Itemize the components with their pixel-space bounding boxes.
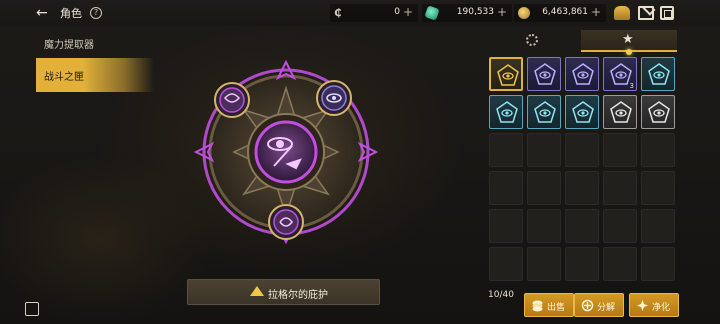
- inventory-slot-empty[interactable]: [641, 209, 675, 243]
- currency-gem-value: 190,533: [456, 7, 494, 17]
- violet-eye-rune-icon: [534, 63, 556, 85]
- inventory-slot-empty[interactable]: [565, 247, 599, 281]
- inventory-slot-filled[interactable]: [527, 57, 561, 91]
- inventory-slot-empty[interactable]: [527, 209, 561, 243]
- purify-button-label: 净化: [652, 303, 671, 313]
- crystal-c-icon: ₵: [334, 6, 342, 19]
- slot-top-right: [316, 80, 352, 116]
- inventory-slot-filled[interactable]: [641, 57, 675, 91]
- inventory-slot-empty[interactable]: [565, 171, 599, 205]
- inventory-slot-empty[interactable]: [489, 247, 523, 281]
- tab-gear[interactable]: [486, 30, 576, 52]
- inventory-slot-empty[interactable]: [603, 209, 637, 243]
- coin-stack-icon: [532, 300, 543, 312]
- inventory-slot-empty[interactable]: [565, 133, 599, 167]
- slot-top-left: [214, 82, 250, 118]
- inventory-slot-empty[interactable]: [641, 247, 675, 281]
- item-quantity: 3: [629, 82, 634, 90]
- window-icon[interactable]: [660, 6, 674, 20]
- sidebar-item-battle-box[interactable]: 战斗之匣: [36, 58, 154, 92]
- purify-icon: [637, 300, 648, 311]
- inventory-slot-filled[interactable]: [641, 95, 675, 129]
- rune-emblem: [193, 59, 379, 245]
- inventory-slot-filled[interactable]: [565, 95, 599, 129]
- add-crystal-button[interactable]: +: [403, 5, 413, 19]
- currency-gold: 6,463,861 +: [514, 4, 606, 22]
- currency-crystal-value: 0: [394, 7, 400, 17]
- teal-eye-rune-icon: [572, 101, 594, 123]
- teal-spiral-rune-icon: [648, 63, 670, 85]
- inventory-slot-filled[interactable]: [527, 95, 561, 129]
- disassemble-button[interactable]: 分解: [574, 293, 624, 317]
- inventory-slot-empty[interactable]: [489, 171, 523, 205]
- inventory-slot-empty[interactable]: [641, 133, 675, 167]
- sidebar-item-mana-extractor[interactable]: 魔力提取器: [36, 26, 154, 60]
- gold-coin-icon: [518, 7, 530, 19]
- toggle-checkbox[interactable]: [25, 302, 39, 316]
- sell-button-label: 出售: [547, 303, 566, 313]
- inventory-slot-empty[interactable]: [489, 133, 523, 167]
- inventory-slot-empty[interactable]: [527, 133, 561, 167]
- inventory-slot-filled[interactable]: [565, 57, 599, 91]
- teal-figure-rune-icon: [534, 101, 556, 123]
- inventory-slot-empty[interactable]: [603, 133, 637, 167]
- inventory-count: 10/40: [488, 290, 514, 300]
- inventory-slot-filled[interactable]: [489, 57, 523, 91]
- upgrade-arrow-icon: [250, 286, 264, 296]
- gold-scroll-rune-icon: [497, 64, 519, 86]
- inventory-slot-filled[interactable]: [489, 95, 523, 129]
- sidebar-item-label: 战斗之匣: [44, 72, 84, 83]
- green-gem-icon: [424, 5, 440, 21]
- gear-icon: [526, 34, 538, 46]
- treasure-chest-icon[interactable]: [614, 6, 630, 20]
- inventory-slot-empty[interactable]: [603, 247, 637, 281]
- disassemble-icon: [581, 299, 594, 312]
- blessing-button-label: 拉格尔的庇护: [268, 290, 328, 301]
- inventory-slot-filled[interactable]: 3: [603, 57, 637, 91]
- mail-icon[interactable]: [638, 6, 654, 20]
- notification-dot: [626, 49, 632, 55]
- grey-spiral-rune-icon: [648, 101, 670, 123]
- purify-button[interactable]: 净化: [629, 293, 679, 317]
- inventory-slot-empty[interactable]: [489, 209, 523, 243]
- inventory-slot-empty[interactable]: [603, 171, 637, 205]
- currency-crystal: ₵ 0 +: [330, 4, 418, 22]
- sell-button[interactable]: 出售: [524, 293, 574, 317]
- disassemble-button-label: 分解: [597, 303, 616, 313]
- top-bar: ← 角色 ? ₵ 0 + 190,533 + 6,463,861 +: [0, 0, 720, 26]
- help-button[interactable]: ?: [90, 7, 102, 19]
- teal-eye-rune-icon: [496, 101, 518, 123]
- star-icon: ★: [622, 32, 634, 47]
- slot-bottom: [268, 204, 304, 240]
- sidebar-item-label: 魔力提取器: [44, 40, 94, 51]
- back-arrow-icon[interactable]: ←: [36, 5, 54, 21]
- page-title: 角色: [60, 7, 82, 20]
- inventory-slot-filled[interactable]: [603, 95, 637, 129]
- blessing-button[interactable]: 拉格尔的庇护: [187, 279, 380, 305]
- currency-gold-value: 6,463,861: [542, 7, 588, 17]
- violet-eye-rune-icon: [572, 63, 594, 85]
- inventory-slot-empty[interactable]: [565, 209, 599, 243]
- add-gem-button[interactable]: +: [497, 5, 507, 19]
- inventory-slot-empty[interactable]: [527, 171, 561, 205]
- inventory-slot-empty[interactable]: [527, 247, 561, 281]
- add-gold-button[interactable]: +: [591, 5, 601, 19]
- currency-gem: 190,533 +: [422, 4, 512, 22]
- inventory-slot-empty[interactable]: [641, 171, 675, 205]
- tab-star[interactable]: ★: [581, 30, 677, 55]
- grey-yin-rune-icon: [610, 101, 632, 123]
